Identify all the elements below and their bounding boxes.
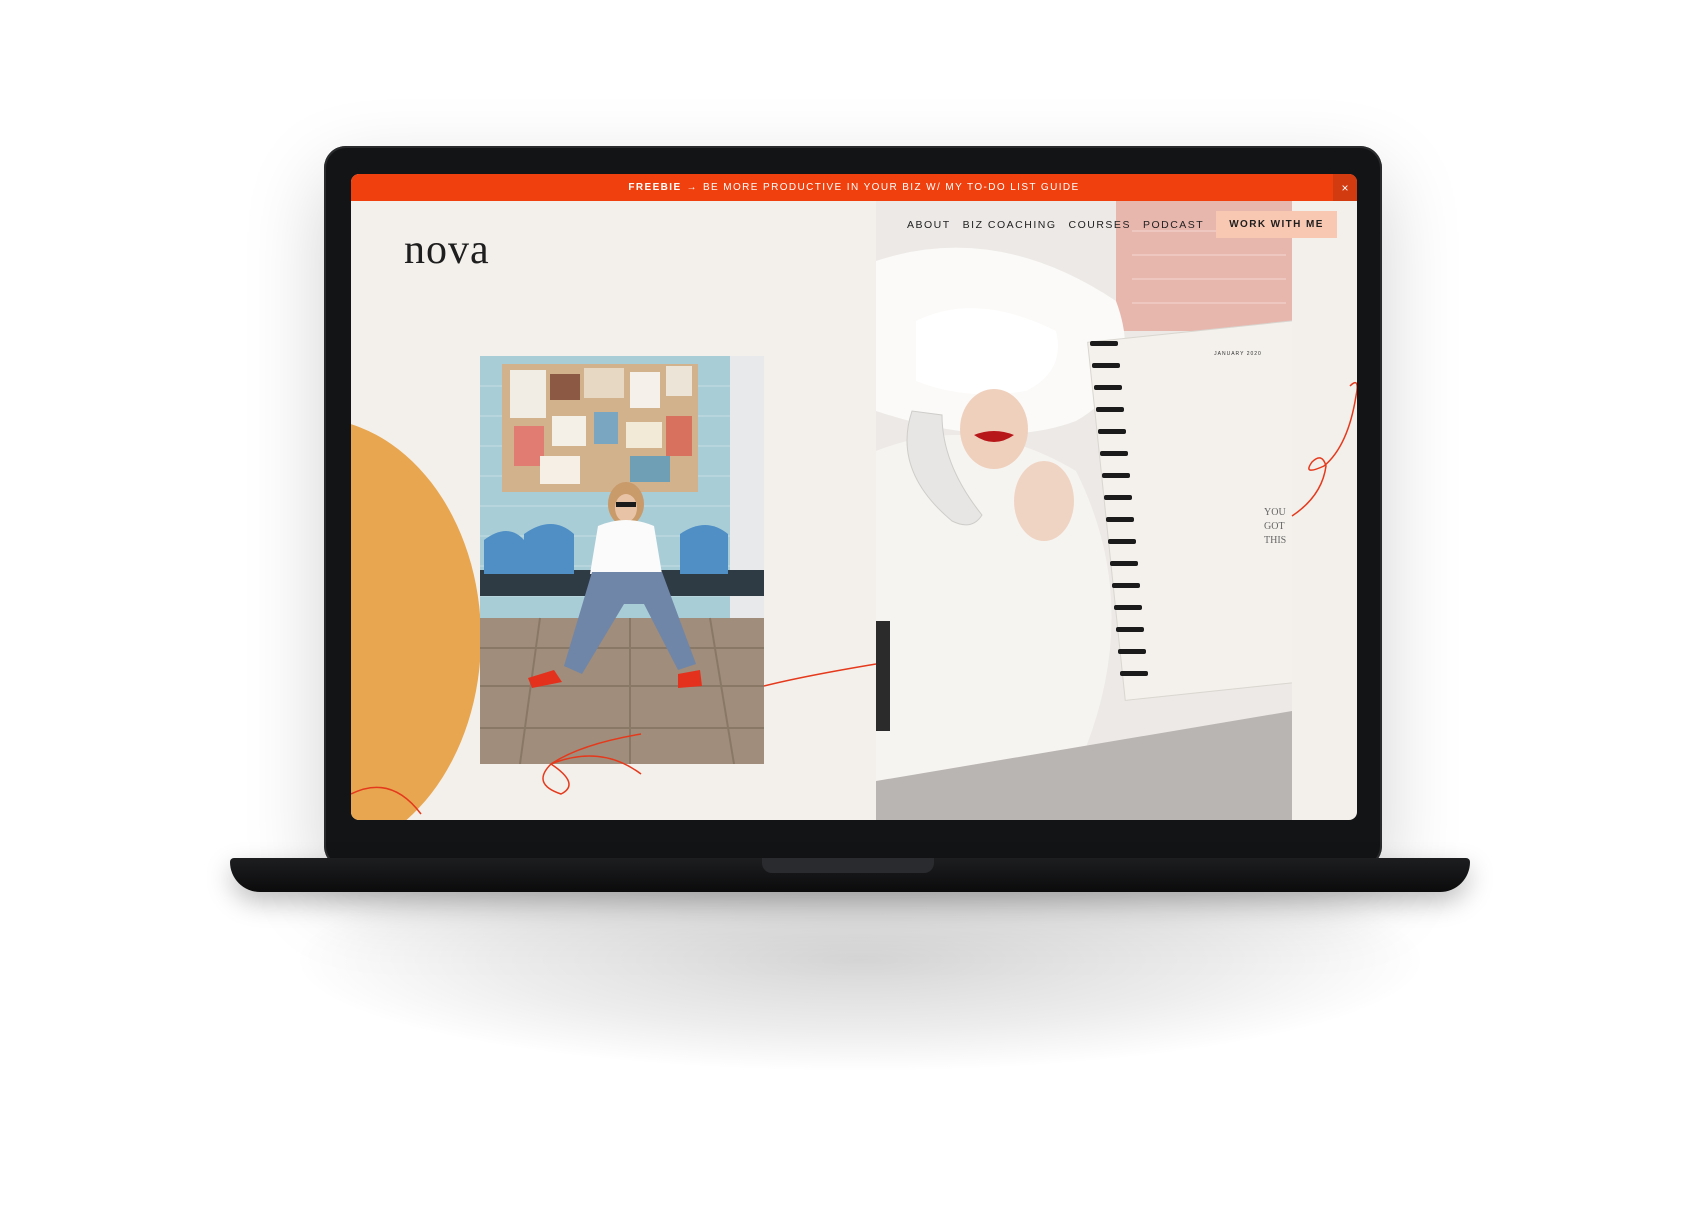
main-nav: ABOUT BIZ COACHING COURSES PODCAST WORK … (907, 211, 1337, 238)
website-screen: FREEBIE → BE MORE PRODUCTIVE IN YOUR BIZ… (351, 174, 1357, 820)
nav-item-podcast[interactable]: PODCAST (1143, 219, 1204, 231)
nav-item-about[interactable]: ABOUT (907, 219, 951, 231)
nav-item-courses[interactable]: COURSES (1069, 219, 1131, 231)
decorative-red-line (351, 381, 1357, 815)
nav-item-biz-coaching[interactable]: BIZ COACHING (963, 219, 1057, 231)
laptop-notch (762, 858, 934, 873)
work-with-me-button[interactable]: WORK WITH ME (1216, 211, 1337, 238)
